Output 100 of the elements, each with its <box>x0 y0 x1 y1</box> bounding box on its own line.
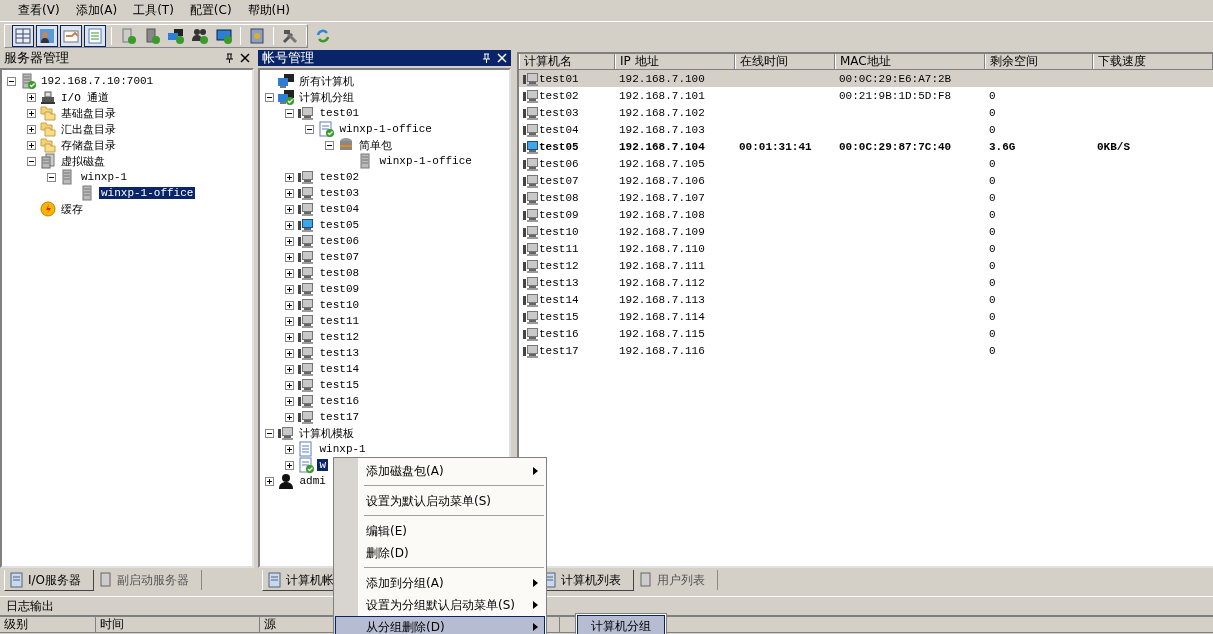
tree-item[interactable]: test02 <box>317 171 362 183</box>
column-header[interactable]: 在线时间 <box>735 54 835 69</box>
tree-item[interactable]: test05 <box>317 219 362 231</box>
collapse-icon[interactable] <box>265 92 275 102</box>
table-row[interactable]: test03 192.168.7.102 0 <box>519 104 1213 121</box>
tree-item[interactable]: 汇出盘目录 <box>59 121 118 137</box>
expand-icon[interactable] <box>285 268 295 278</box>
collapse-icon[interactable] <box>27 156 36 166</box>
column-header[interactable]: MAC地址 <box>835 54 985 69</box>
tree-item[interactable]: test09 <box>317 283 362 295</box>
tree-item[interactable]: w <box>317 459 329 471</box>
column-header[interactable]: 时间 <box>96 617 260 632</box>
menu-item[interactable]: 删除(D) <box>335 542 545 564</box>
table-row[interactable]: test10 192.168.7.109 0 <box>519 223 1213 240</box>
tree-item[interactable]: 简单包 <box>357 137 395 153</box>
collapse-icon[interactable] <box>7 76 16 86</box>
table-row[interactable]: test13 192.168.7.112 0 <box>519 274 1213 291</box>
toolbar-button[interactable] <box>60 25 82 47</box>
table-row[interactable]: test06 192.168.7.105 0 <box>519 155 1213 172</box>
collapse-icon[interactable] <box>265 428 275 438</box>
tree-item[interactable]: test17 <box>317 411 362 423</box>
tree-item[interactable]: test07 <box>317 251 362 263</box>
tree-item[interactable]: admi <box>297 475 328 487</box>
tree-item[interactable]: test14 <box>317 363 362 375</box>
tree-item[interactable]: test01 <box>317 107 362 119</box>
expand-icon[interactable] <box>27 140 36 150</box>
expand-icon[interactable] <box>285 236 295 246</box>
menu-item[interactable]: 工具(T) <box>127 0 180 21</box>
table-row[interactable]: test09 192.168.7.108 0 <box>519 206 1213 223</box>
expand-icon[interactable] <box>285 300 295 310</box>
expand-icon[interactable] <box>285 172 295 182</box>
menu-item[interactable]: 编辑(E) <box>335 520 545 542</box>
menu-item[interactable]: 设置为分组默认启动菜单(S) <box>335 594 545 616</box>
tree-item[interactable]: 计算机分组 <box>297 89 357 105</box>
tree-item[interactable]: 192.168.7.10:7001 <box>39 75 156 87</box>
table-row[interactable]: test16 192.168.7.115 0 <box>519 325 1213 342</box>
tree-item[interactable]: winxp-1-office <box>337 123 434 135</box>
toolbar-button[interactable] <box>84 25 106 47</box>
menu-item[interactable]: 帮助(H) <box>241 0 296 21</box>
tab[interactable]: I/O服务器 <box>4 570 95 591</box>
expand-icon[interactable] <box>285 348 295 358</box>
expand-icon[interactable] <box>27 92 36 102</box>
table-row[interactable]: test07 192.168.7.106 0 <box>519 172 1213 189</box>
expand-icon[interactable] <box>27 124 36 134</box>
tree-item[interactable]: I/O 通道 <box>59 89 112 105</box>
tree-item[interactable]: test15 <box>317 379 362 391</box>
expand-icon[interactable] <box>285 444 295 454</box>
tree-item[interactable]: 存储盘目录 <box>59 137 118 153</box>
tree-item[interactable]: test13 <box>317 347 362 359</box>
expand-icon[interactable] <box>285 460 295 470</box>
menu-item[interactable]: 设置为默认启动菜单(S) <box>335 490 545 512</box>
expand-icon[interactable] <box>27 108 36 118</box>
expand-icon[interactable] <box>285 364 295 374</box>
toolbar-button[interactable] <box>12 25 34 47</box>
collapse-icon[interactable] <box>305 124 315 134</box>
column-header[interactable]: 剩余空间 <box>985 54 1093 69</box>
table-row[interactable]: test08 192.168.7.107 0 <box>519 189 1213 206</box>
tree-item[interactable]: winxp-1 <box>79 171 130 183</box>
tree-item[interactable]: test10 <box>317 299 362 311</box>
tree-item[interactable]: 虚拟磁盘 <box>59 153 107 169</box>
tree-item[interactable]: winxp-1 <box>317 443 368 455</box>
expand-icon[interactable] <box>285 204 295 214</box>
column-header[interactable]: 下载速度 <box>1093 54 1213 69</box>
tree-item[interactable]: test16 <box>317 395 362 407</box>
column-header[interactable]: IP 地址 <box>615 54 735 69</box>
tree-item[interactable]: 缓存 <box>59 201 85 217</box>
table-row[interactable]: test15 192.168.7.114 0 <box>519 308 1213 325</box>
tree-item[interactable]: test11 <box>317 315 362 327</box>
collapse-icon[interactable] <box>47 172 56 182</box>
table-row[interactable]: test14 192.168.7.113 0 <box>519 291 1213 308</box>
tree-item[interactable]: winxp-1-office <box>99 187 196 199</box>
menu-item[interactable]: 计算机分组 <box>577 615 665 634</box>
menu-item[interactable]: 查看(V) <box>12 0 66 21</box>
table-row[interactable]: test12 192.168.7.111 0 <box>519 257 1213 274</box>
menu-item[interactable]: 添加(A) <box>69 0 124 21</box>
table-row[interactable]: test17 192.168.7.116 0 <box>519 342 1213 359</box>
menu-item[interactable]: 从分组删除(D) <box>335 616 545 634</box>
table-row[interactable]: test04 192.168.7.103 0 <box>519 121 1213 138</box>
expand-icon[interactable] <box>285 220 295 230</box>
table-row[interactable]: test02 192.168.7.101 00:21:9B:1D:5D:F8 0 <box>519 87 1213 104</box>
expand-icon[interactable] <box>285 284 295 294</box>
expand-icon[interactable] <box>285 316 295 326</box>
tree-item[interactable]: test04 <box>317 203 362 215</box>
column-header[interactable]: 计算机名 <box>519 54 615 69</box>
column-header[interactable]: 级别 <box>0 617 96 632</box>
expand-icon[interactable] <box>285 412 295 422</box>
expand-icon[interactable] <box>265 476 275 486</box>
tab[interactable]: 副启动服务器 <box>94 570 203 590</box>
tab[interactable]: 用户列表 <box>634 570 718 590</box>
toolbar-button[interactable] <box>36 25 58 47</box>
table-row[interactable]: test01 192.168.7.100 00:0C:29:E6:A7:2B <box>519 70 1213 87</box>
tree-item[interactable]: 所有计算机 <box>297 73 357 89</box>
menu-item[interactable]: 配置(C) <box>183 0 238 21</box>
table-row[interactable]: test05 192.168.7.104 00:01:31:41 00:0C:29:87:7C:40 3.6G 0KB/S <box>519 138 1213 155</box>
tree-item[interactable]: 基础盘目录 <box>59 105 118 121</box>
tree-item[interactable]: test06 <box>317 235 362 247</box>
tree-item[interactable]: 计算机模板 <box>297 425 357 441</box>
expand-icon[interactable] <box>285 252 295 262</box>
tree-item[interactable]: test08 <box>317 267 362 279</box>
tree-item[interactable]: test12 <box>317 331 362 343</box>
